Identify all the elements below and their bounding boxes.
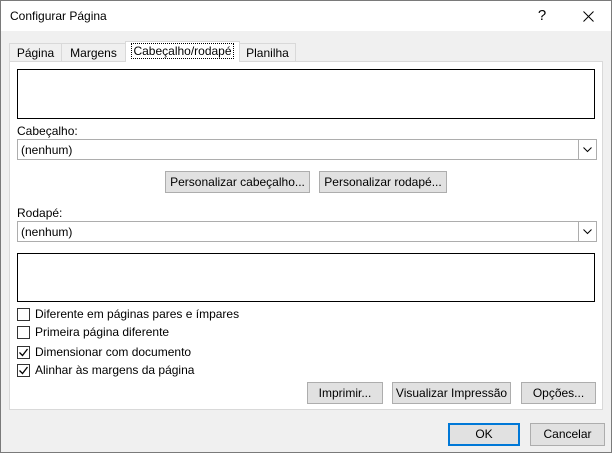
footer-label: Rodapé: xyxy=(17,206,63,220)
option-label: Diferente em páginas pares e ímpares xyxy=(35,307,240,321)
footer-dropdown[interactable]: (nenhum) xyxy=(17,221,597,242)
help-button[interactable]: ? xyxy=(519,1,565,31)
check-icon xyxy=(19,348,28,357)
close-button[interactable] xyxy=(565,1,611,31)
tab-strip: Página Margens Cabeçalho/rodapé Planilha xyxy=(1,41,611,62)
tab-label: Página xyxy=(16,46,55,60)
footer-preview xyxy=(17,253,595,302)
checkbox[interactable] xyxy=(17,346,30,359)
footer-dropdown-value: (nenhum) xyxy=(21,225,73,239)
header-dropdown-value: (nenhum) xyxy=(21,143,73,157)
header-preview xyxy=(17,69,595,119)
print-button[interactable]: Imprimir... xyxy=(307,382,383,404)
close-icon xyxy=(582,11,594,22)
tab-planilha[interactable]: Planilha xyxy=(239,43,296,61)
option-label: Dimensionar com documento xyxy=(35,345,192,359)
tab-pagina[interactable]: Página xyxy=(9,43,62,61)
tab-label: Cabeçalho/rodapé xyxy=(131,43,234,59)
tab-label: Planilha xyxy=(246,46,289,60)
checkbox[interactable] xyxy=(17,364,30,377)
page-setup-dialog: Configurar Página ? Página Margens Cabeç… xyxy=(0,0,612,453)
customize-footer-button[interactable]: Personalizar rodapé... xyxy=(319,171,447,193)
check-icon xyxy=(19,366,28,375)
options-button[interactable]: Opções... xyxy=(521,382,596,404)
tab-label: Margens xyxy=(70,46,117,60)
checkbox[interactable] xyxy=(17,326,30,339)
tab-cabecalho-rodape[interactable]: Cabeçalho/rodapé xyxy=(125,41,240,62)
option-label: Primeira página diferente xyxy=(35,325,170,339)
ok-button[interactable]: OK xyxy=(448,423,520,446)
customize-header-button[interactable]: Personalizar cabeçalho... xyxy=(165,171,310,193)
dialog-title: Configurar Página xyxy=(10,9,107,23)
chevron-down-icon[interactable] xyxy=(578,222,596,241)
option-label: Alinhar às margens da página xyxy=(35,363,195,377)
chevron-down-icon[interactable] xyxy=(578,140,596,159)
header-dropdown[interactable]: (nenhum) xyxy=(17,139,597,160)
title-bar: Configurar Página ? xyxy=(1,1,611,31)
tab-margens[interactable]: Margens xyxy=(61,43,126,61)
print-preview-button[interactable]: Visualizar Impressão xyxy=(392,382,511,404)
header-label: Cabeçalho: xyxy=(17,124,78,138)
checkbox[interactable] xyxy=(17,308,30,321)
cancel-button[interactable]: Cancelar xyxy=(530,423,605,446)
